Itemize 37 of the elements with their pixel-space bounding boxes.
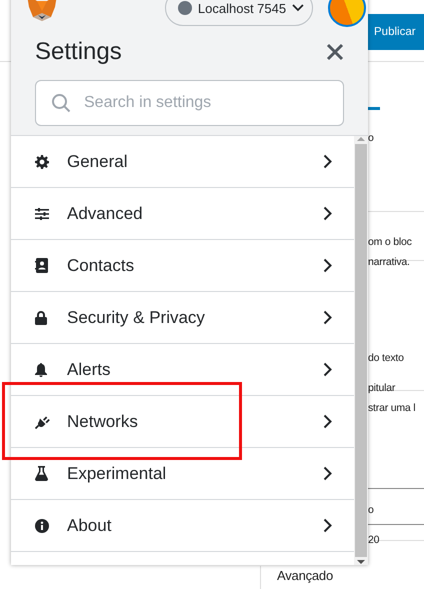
contact-card-icon (35, 258, 48, 273)
info-icon (35, 518, 49, 532)
settings-title: Settings (35, 38, 122, 66)
chevron-right-icon (323, 258, 332, 273)
page-text: 20 (368, 533, 380, 548)
scroll-up-icon[interactable] (357, 136, 365, 142)
page-text: strar uma l (368, 401, 416, 416)
flask-icon (35, 466, 48, 481)
plug-icon (35, 414, 50, 429)
chevron-right-icon (323, 154, 332, 169)
lock-icon (35, 310, 47, 324)
page-text: do texto (368, 351, 405, 366)
gear-icon (35, 154, 49, 168)
network-selector[interactable]: Localhost 7545 (165, 0, 313, 26)
page-text: o (368, 503, 375, 518)
page-text: om o bloc (368, 235, 413, 250)
chevron-right-icon (323, 414, 332, 429)
chevron-right-icon (323, 466, 332, 481)
page-text: o (368, 131, 375, 146)
publish-button[interactable]: Publicar (368, 14, 424, 50)
scroll-down-icon[interactable] (357, 559, 365, 565)
sliders-icon (35, 208, 49, 220)
search-field[interactable]: Search in settings (35, 80, 344, 126)
section-heading: Avançado (277, 568, 333, 584)
bell-icon (35, 362, 47, 376)
close-icon[interactable] (326, 43, 344, 61)
chevron-right-icon (323, 518, 332, 533)
page-text: narrativa. (368, 255, 411, 270)
account-avatar[interactable] (328, 0, 366, 27)
search-icon (51, 93, 71, 113)
scrollbar[interactable] (354, 136, 368, 565)
chevron-down-icon (292, 4, 304, 12)
chevron-right-icon (323, 206, 332, 221)
chevron-right-icon (323, 310, 332, 325)
page-text: pitular (368, 381, 396, 396)
chevron-right-icon (323, 362, 332, 377)
fox-logo-icon (27, 0, 57, 21)
